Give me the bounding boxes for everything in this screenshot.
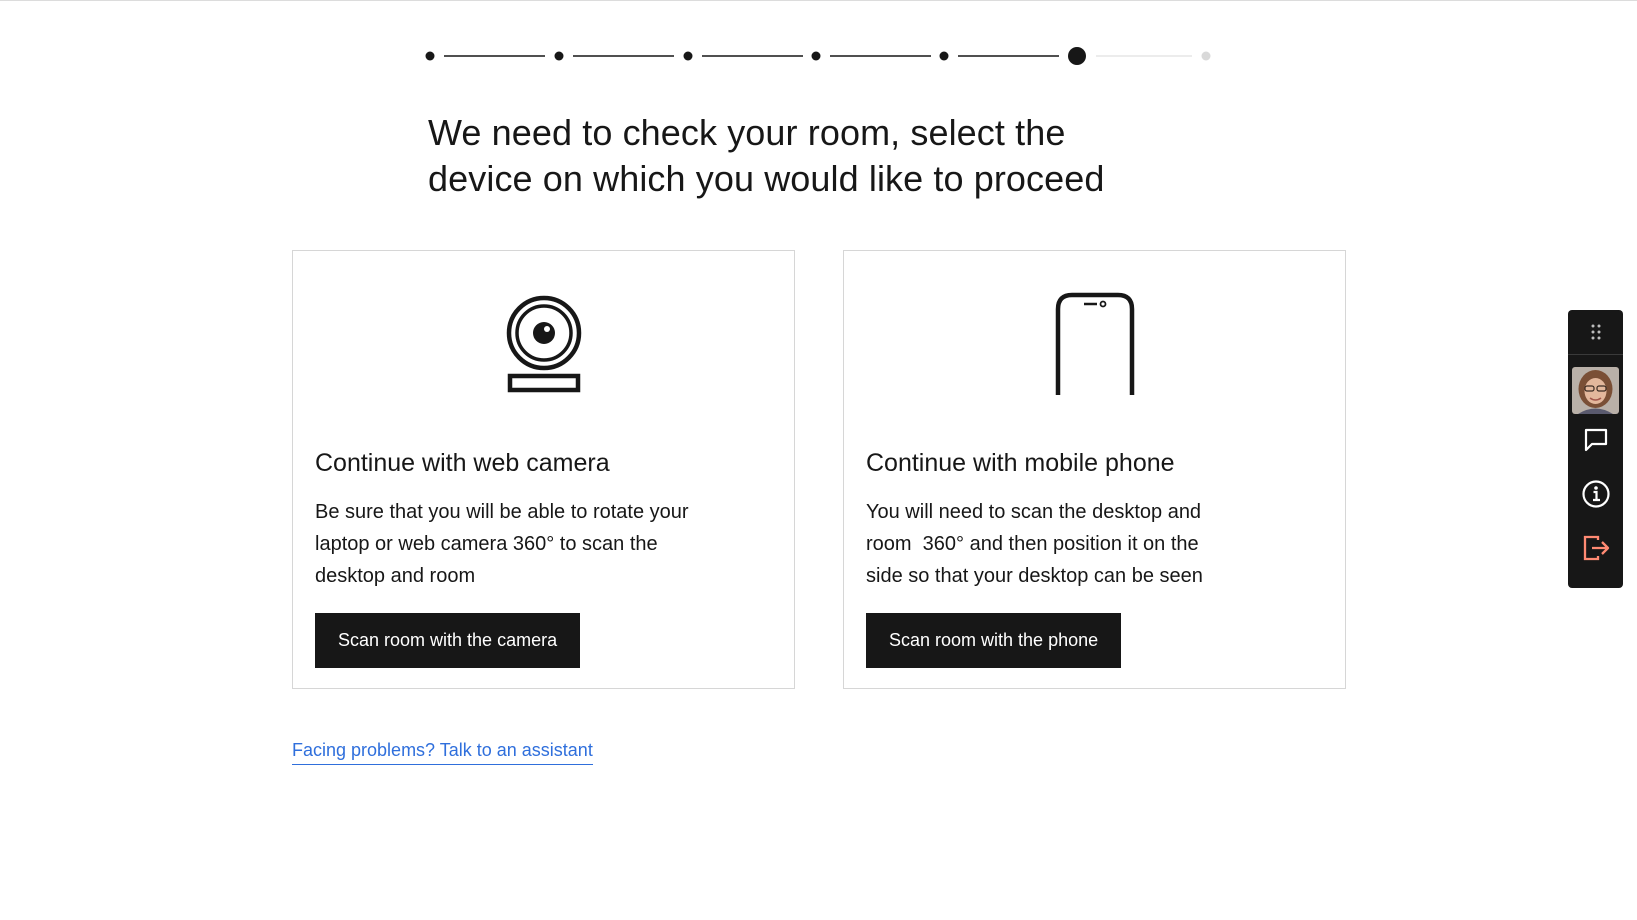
chat-icon [1584,428,1608,452]
phone-option-title: Continue with mobile phone [866,449,1175,477]
drag-handle-icon [1591,324,1600,340]
top-divider [0,0,1637,1]
drag-handle[interactable] [1568,310,1623,355]
page-title: We need to check your room, select the d… [428,110,1188,202]
step-4 [811,51,821,61]
step-3 [683,51,693,61]
step-6-current [1068,47,1086,65]
exit-icon [1583,535,1610,561]
chat-button[interactable] [1580,424,1612,456]
scan-room-phone-button[interactable]: Scan room with the phone [866,613,1122,668]
scan-room-camera-button[interactable]: Scan room with the camera [315,613,581,668]
webcam-icon [506,295,581,393]
step-1 [425,51,435,61]
info-icon [1582,480,1610,508]
info-button[interactable] [1580,478,1612,510]
step-5 [939,51,949,61]
mobile-phone-icon [1055,292,1134,395]
webcam-option-description: Be sure that you will be able to rotate … [315,501,689,587]
floating-side-panel [1568,310,1623,588]
talk-to-assistant-link[interactable]: Facing problems? Talk to an assistant [292,740,593,765]
user-photo [1572,367,1619,414]
step-2 [554,51,564,61]
exit-button[interactable] [1580,532,1612,564]
webcam-option-title: Continue with web camera [315,449,610,477]
page-title-line-1: We need to check your room, select the [428,112,1066,153]
progress-stepper [425,47,1211,65]
webcam-option-card: Continue with web camera Be sure that yo… [292,250,795,689]
avatar[interactable] [1572,367,1619,414]
phone-option-description: You will need to scan the desktop and ro… [866,501,1203,587]
phone-option-card: Continue with mobile phone You will need… [843,250,1346,689]
step-7 [1201,51,1211,61]
page-title-line-2: device on which you would like to procee… [428,158,1105,199]
